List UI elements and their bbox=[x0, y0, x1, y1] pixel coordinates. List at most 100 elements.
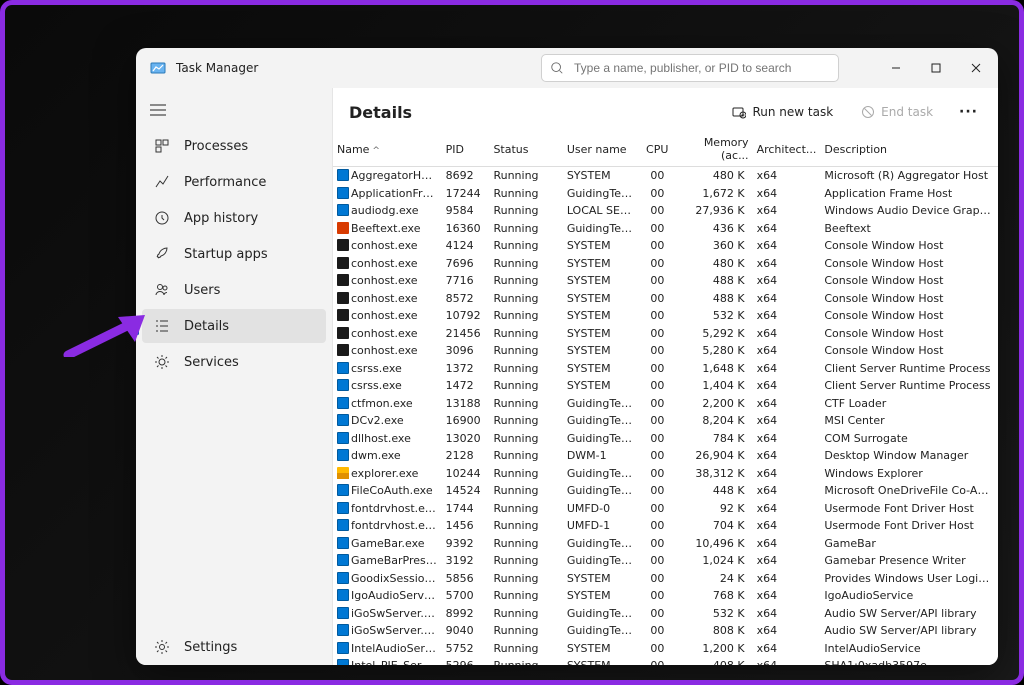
table-row[interactable]: dwm.exe2128RunningDWM-10026,904 Kx64Desk… bbox=[333, 447, 998, 465]
sidebar: Processes Performance App history Startu… bbox=[136, 88, 332, 665]
sidebar-item-details[interactable]: Details bbox=[142, 309, 326, 343]
page-title: Details bbox=[349, 103, 412, 122]
process-icon bbox=[337, 362, 349, 374]
end-task-icon bbox=[861, 105, 875, 119]
col-status[interactable]: Status bbox=[489, 132, 562, 167]
table-row[interactable]: conhost.exe3096RunningSYSTEM005,280 Kx64… bbox=[333, 342, 998, 360]
toolbar: Details Run new task End task ··· bbox=[333, 88, 998, 132]
table-row[interactable]: conhost.exe7696RunningSYSTEM00480 Kx64Co… bbox=[333, 255, 998, 273]
sidebar-item-processes[interactable]: Processes bbox=[142, 129, 326, 163]
col-name[interactable]: Name bbox=[333, 132, 442, 167]
settings-label: Settings bbox=[184, 640, 237, 655]
process-icon bbox=[337, 659, 349, 665]
process-icon bbox=[337, 169, 349, 181]
table-row[interactable]: audiodg.exe9584RunningLOCAL SERV...0027,… bbox=[333, 202, 998, 220]
table-row[interactable]: FileCoAuth.exe14524RunningGuidingTech004… bbox=[333, 482, 998, 500]
table-row[interactable]: Intel_PIE_Service.exe5296RunningSYSTEM00… bbox=[333, 657, 998, 665]
process-icon bbox=[337, 484, 349, 496]
process-icon bbox=[337, 327, 349, 339]
sidebar-item-services[interactable]: Services bbox=[142, 345, 326, 379]
table-row[interactable]: fontdrvhost.exe1456RunningUMFD-100704 Kx… bbox=[333, 517, 998, 535]
nav-label: Processes bbox=[184, 139, 248, 154]
table-row[interactable]: fontdrvhost.exe1744RunningUMFD-00092 Kx6… bbox=[333, 500, 998, 518]
process-icon bbox=[337, 397, 349, 409]
process-icon bbox=[337, 467, 349, 479]
details-table-wrap[interactable]: Name PID Status User name CPU Memory (ac… bbox=[333, 132, 998, 665]
table-row[interactable]: conhost.exe21456RunningSYSTEM005,292 Kx6… bbox=[333, 325, 998, 343]
nav-label: Services bbox=[184, 355, 239, 370]
task-manager-icon bbox=[150, 60, 166, 76]
process-icon bbox=[337, 554, 349, 566]
nav-label: Startup apps bbox=[184, 247, 268, 262]
nav-label: App history bbox=[184, 211, 258, 226]
process-icon bbox=[337, 572, 349, 584]
table-row[interactable]: conhost.exe4124RunningSYSTEM00360 Kx64Co… bbox=[333, 237, 998, 255]
main-pane: Details Run new task End task ··· bbox=[332, 88, 998, 665]
table-row[interactable]: conhost.exe10792RunningSYSTEM00532 Kx64C… bbox=[333, 307, 998, 325]
sidebar-item-settings[interactable]: Settings bbox=[142, 630, 326, 664]
process-icon bbox=[337, 537, 349, 549]
search-box[interactable] bbox=[541, 54, 839, 82]
col-memory[interactable]: Memory (ac... bbox=[672, 132, 752, 167]
titlebar: Task Manager bbox=[136, 48, 998, 88]
end-task-button: End task bbox=[851, 99, 943, 125]
col-desc[interactable]: Description bbox=[820, 132, 998, 167]
nav-label: Details bbox=[184, 319, 229, 334]
startup-icon bbox=[154, 246, 170, 262]
col-cpu[interactable]: CPU bbox=[636, 132, 672, 167]
table-row[interactable]: explorer.exe10244RunningGuidingTech0038,… bbox=[333, 465, 998, 483]
table-row[interactable]: GameBarPresenceWri...3192RunningGuidingT… bbox=[333, 552, 998, 570]
table-row[interactable]: ApplicationFrameHos...17244RunningGuidin… bbox=[333, 185, 998, 203]
process-icon bbox=[337, 187, 349, 199]
col-pid[interactable]: PID bbox=[442, 132, 490, 167]
run-task-label: Run new task bbox=[752, 105, 833, 119]
process-icon bbox=[337, 274, 349, 286]
process-icon bbox=[337, 257, 349, 269]
table-row[interactable]: iGoSwServer.exe9040RunningGuidingTech008… bbox=[333, 622, 998, 640]
table-row[interactable]: GoodixSessionService...5856RunningSYSTEM… bbox=[333, 570, 998, 588]
menu-icon bbox=[150, 104, 166, 116]
table-row[interactable]: conhost.exe8572RunningSYSTEM00488 Kx64Co… bbox=[333, 290, 998, 308]
sidebar-item-users[interactable]: Users bbox=[142, 273, 326, 307]
table-row[interactable]: csrss.exe1472RunningSYSTEM001,404 Kx64Cl… bbox=[333, 377, 998, 395]
close-button[interactable] bbox=[956, 52, 996, 84]
table-row[interactable]: IntelAudioService.exe5752RunningSYSTEM00… bbox=[333, 640, 998, 658]
run-task-icon bbox=[732, 105, 746, 119]
table-row[interactable]: IgoAudioService_x64....5700RunningSYSTEM… bbox=[333, 587, 998, 605]
process-icon bbox=[337, 607, 349, 619]
table-row[interactable]: ctfmon.exe13188RunningGuidingTech002,200… bbox=[333, 395, 998, 413]
process-icon bbox=[337, 309, 349, 321]
sidebar-item-app-history[interactable]: App history bbox=[142, 201, 326, 235]
table-row[interactable]: DCv2.exe16900RunningGuidingTech008,204 K… bbox=[333, 412, 998, 430]
process-icon bbox=[337, 589, 349, 601]
col-user[interactable]: User name bbox=[563, 132, 636, 167]
minimize-button[interactable] bbox=[876, 52, 916, 84]
search-icon bbox=[550, 61, 564, 75]
table-row[interactable]: dllhost.exe13020RunningGuidingTech00784 … bbox=[333, 430, 998, 448]
more-options-button[interactable]: ··· bbox=[951, 98, 986, 126]
search-input[interactable] bbox=[572, 60, 830, 76]
process-icon bbox=[337, 432, 349, 444]
table-row[interactable]: AggregatorHost.exe8692RunningSYSTEM00480… bbox=[333, 167, 998, 185]
nav-label: Performance bbox=[184, 175, 266, 190]
process-icon bbox=[337, 624, 349, 636]
table-row[interactable]: conhost.exe7716RunningSYSTEM00488 Kx64Co… bbox=[333, 272, 998, 290]
table-row[interactable]: GameBar.exe9392RunningGuidingTech0010,49… bbox=[333, 535, 998, 553]
maximize-button[interactable] bbox=[916, 52, 956, 84]
task-manager-window: Task Manager Processes bbox=[136, 48, 998, 665]
users-icon bbox=[154, 282, 170, 298]
history-icon bbox=[154, 210, 170, 226]
table-row[interactable]: iGoSwServer.exe8992RunningGuidingTech005… bbox=[333, 605, 998, 623]
col-arch[interactable]: Architect... bbox=[753, 132, 821, 167]
sidebar-item-performance[interactable]: Performance bbox=[142, 165, 326, 199]
run-new-task-button[interactable]: Run new task bbox=[722, 99, 843, 125]
end-task-label: End task bbox=[881, 105, 933, 119]
app-title: Task Manager bbox=[176, 61, 258, 75]
gear-icon bbox=[154, 639, 170, 655]
processes-icon bbox=[154, 138, 170, 154]
hamburger-button[interactable] bbox=[136, 92, 332, 128]
sidebar-item-startup-apps[interactable]: Startup apps bbox=[142, 237, 326, 271]
nav-label: Users bbox=[184, 283, 220, 298]
table-row[interactable]: Beeftext.exe16360RunningGuidingTech00436… bbox=[333, 220, 998, 238]
table-row[interactable]: csrss.exe1372RunningSYSTEM001,648 Kx64Cl… bbox=[333, 360, 998, 378]
